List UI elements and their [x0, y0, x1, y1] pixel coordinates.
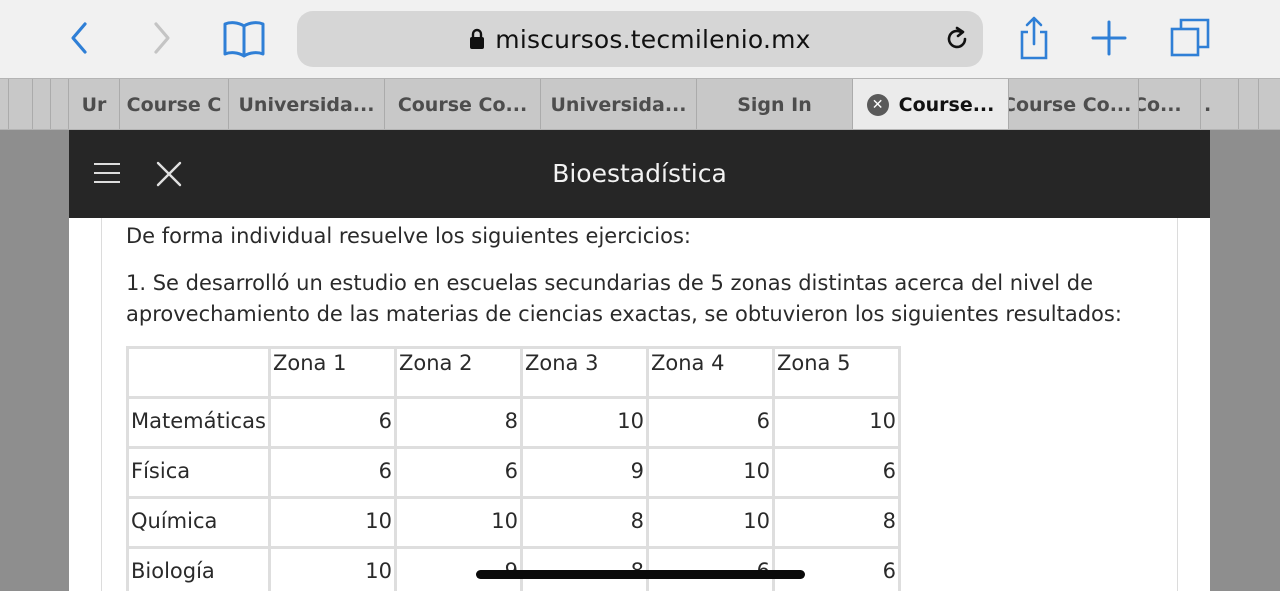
tab-course-co-2[interactable]: Course Co...: [1009, 79, 1139, 129]
tab-universidad-1[interactable]: Universida...: [229, 79, 385, 129]
share-button[interactable]: [1012, 16, 1056, 60]
table-header-row: Zona 1 Zona 2 Zona 3 Zona 4 Zona 5: [126, 346, 901, 399]
value-cell: 6: [268, 446, 397, 499]
table-header-cell: Zona 3: [520, 346, 649, 399]
tab-edge: [32, 79, 33, 129]
tab-universidad-2[interactable]: Universida...: [541, 79, 697, 129]
tab-label: Course Co...: [397, 93, 528, 116]
value-cell: 9: [520, 446, 649, 499]
tab-edge: [50, 79, 51, 129]
content-area: De forma individual resuelve los siguien…: [69, 218, 1210, 591]
reload-button[interactable]: [941, 23, 973, 55]
value-cell: 8: [520, 496, 649, 549]
value-cell: 6: [646, 396, 775, 449]
back-icon: [71, 22, 87, 54]
instructions-text: De forma individual resuelve los siguien…: [126, 224, 692, 248]
tab-label: Course C: [126, 93, 222, 116]
address-bar[interactable]: miscursos.tecmilenio.mx: [297, 11, 983, 67]
value-cell: 10: [268, 546, 397, 591]
table-header-cell: [126, 346, 271, 399]
bookmarks-icon: [223, 21, 265, 58]
subject-cell: Química: [126, 496, 271, 549]
url-text: miscursos.tecmilenio.mx: [495, 24, 811, 54]
tab-label: Course Co...: [1009, 93, 1132, 116]
subject-cell: Biología: [126, 546, 271, 591]
tab-label: Universida...: [550, 93, 687, 116]
value-cell: 10: [772, 396, 901, 449]
table-header-cell: Zona 2: [394, 346, 523, 399]
course-title: Bioestadística: [552, 159, 727, 188]
tab-label: .: [1204, 93, 1212, 116]
share-icon: [1020, 16, 1048, 60]
tab-edge: [1258, 79, 1259, 129]
value-cell: 10: [646, 446, 775, 499]
course-header: Bioestadística: [69, 130, 1210, 218]
tab-edge: [8, 79, 9, 129]
tab-close-icon[interactable]: ✕: [866, 93, 889, 116]
results-table: Zona 1 Zona 2 Zona 3 Zona 4 Zona 5 Matem…: [126, 346, 901, 591]
table-header-cell: Zona 1: [268, 346, 397, 399]
tab-co[interactable]: Co...: [1139, 79, 1201, 129]
value-cell: 6: [772, 446, 901, 499]
back-button[interactable]: [57, 16, 101, 60]
reload-icon: [947, 26, 967, 49]
home-indicator[interactable]: [476, 570, 805, 579]
new-tab-button[interactable]: [1087, 16, 1131, 60]
new-tab-icon: [1091, 20, 1127, 56]
tab-label: Sign In: [737, 93, 812, 116]
subject-cell: Física: [126, 446, 271, 499]
forward-icon: [154, 22, 170, 54]
tab-dot[interactable]: .: [1201, 79, 1239, 129]
table-row: Química 10 10 8 10 8: [126, 496, 901, 549]
tab-ur[interactable]: Ur: [68, 79, 120, 129]
tab-label: Universida...: [238, 93, 375, 116]
tabs-icon: [1170, 18, 1210, 57]
lock-icon: [470, 28, 485, 49]
tab-course-active[interactable]: ✕ Course...: [853, 79, 1009, 129]
value-cell: 8: [772, 496, 901, 549]
browser-toolbar: miscursos.tecmilenio.mx: [0, 0, 1280, 78]
tab-course-co-1[interactable]: Course Co...: [385, 79, 541, 129]
tab-course-c[interactable]: Course C: [120, 79, 229, 129]
value-cell: 6: [268, 396, 397, 449]
table-row: Matemáticas 6 8 10 6 10: [126, 396, 901, 449]
table-header-cell: Zona 4: [646, 346, 775, 399]
value-cell: 10: [646, 496, 775, 549]
bookmarks-button[interactable]: [222, 16, 266, 60]
tab-strip: Ur Course C Universida... Course Co... U…: [0, 78, 1280, 130]
tabs-overview-button[interactable]: [1168, 16, 1212, 60]
value-cell: 10: [268, 496, 397, 549]
table-row: Física 6 6 9 10 6: [126, 446, 901, 499]
value-cell: 8: [394, 396, 523, 449]
value-cell: 10: [520, 396, 649, 449]
table-header-cell: Zona 5: [772, 346, 901, 399]
value-cell: 10: [394, 496, 523, 549]
tab-label: Co...: [1139, 93, 1182, 116]
tab-sign-in[interactable]: Sign In: [697, 79, 853, 129]
tab-label: Ur: [81, 93, 107, 116]
tab-label: Course...: [898, 93, 995, 116]
value-cell: 6: [394, 446, 523, 499]
problem-text: 1. Se desarrolló un estudio en escuelas …: [126, 271, 1122, 326]
subject-cell: Matemáticas: [126, 396, 271, 449]
forward-button[interactable]: [140, 16, 184, 60]
